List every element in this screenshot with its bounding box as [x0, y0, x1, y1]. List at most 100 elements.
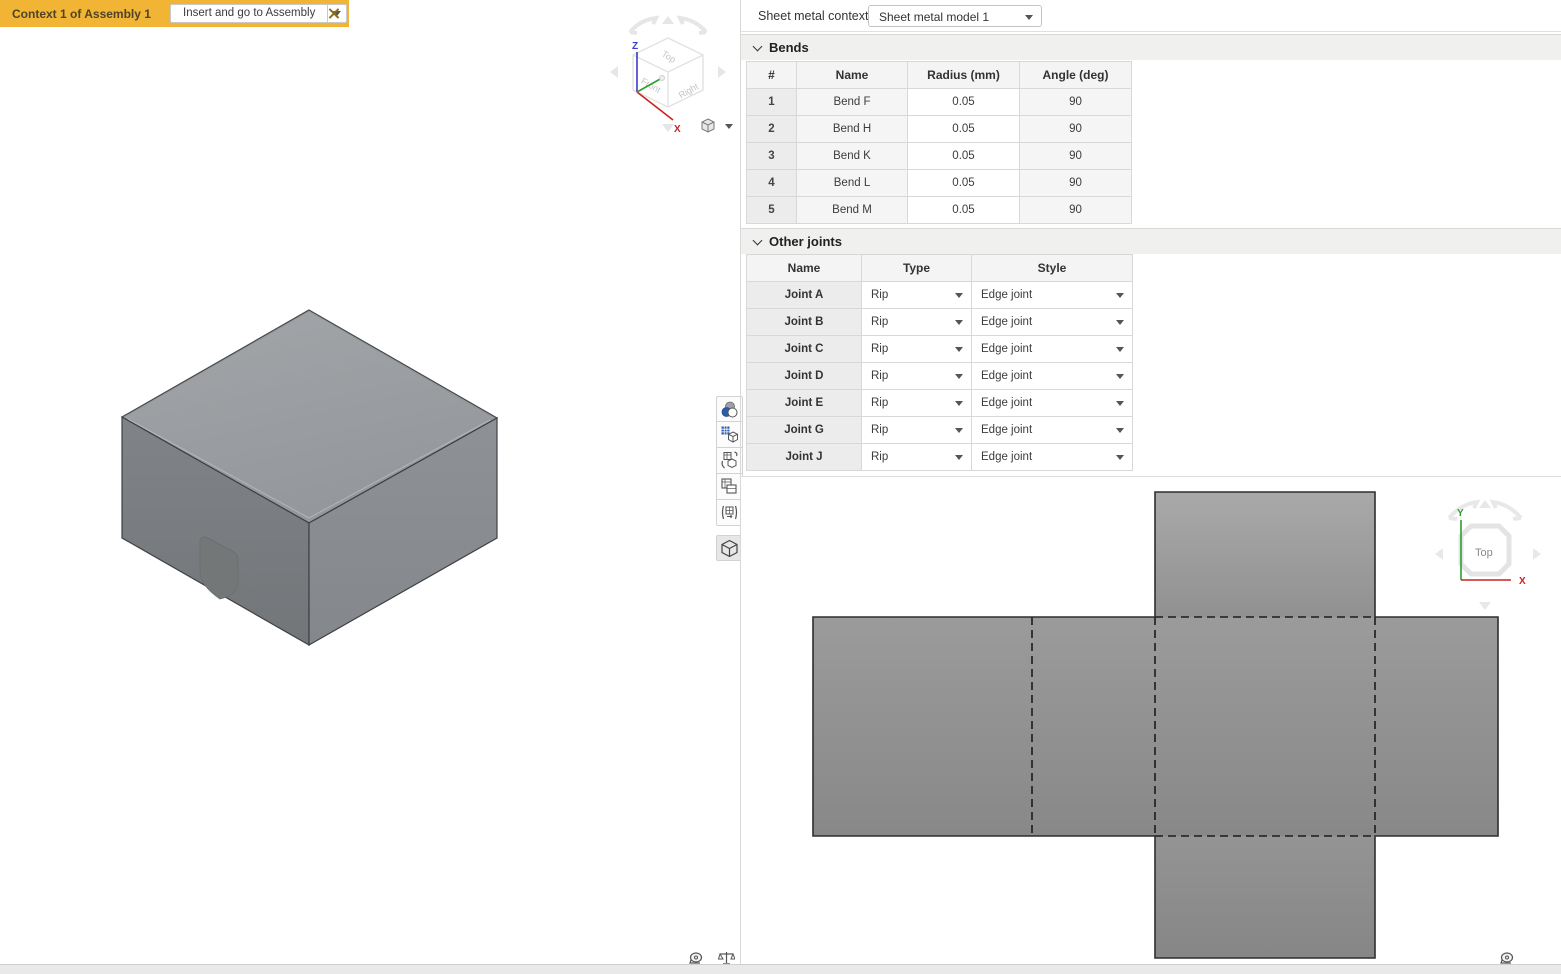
- joint-name: Joint C: [747, 336, 862, 363]
- flat-panel-bottom-flap[interactable]: [1155, 836, 1375, 958]
- grid-view-button[interactable]: [716, 422, 743, 448]
- joint-type-dropdown[interactable]: Rip: [862, 444, 972, 471]
- bend-name[interactable]: Bend L: [797, 170, 908, 197]
- close-context-icon[interactable]: [328, 7, 340, 19]
- joint-style-dropdown[interactable]: Edge joint: [972, 417, 1133, 444]
- caret-down-icon: [1116, 320, 1124, 325]
- bends-col-number: #: [747, 62, 797, 89]
- bend-number: 2: [747, 116, 797, 143]
- insert-and-go-button[interactable]: Insert and go to Assembly: [170, 4, 327, 23]
- table-row: Joint E Rip Edge joint: [747, 390, 1133, 417]
- joint-type-dropdown[interactable]: Rip: [862, 309, 972, 336]
- bend-radius-field[interactable]: 0.05: [908, 197, 1020, 224]
- caret-down-icon: [955, 347, 963, 352]
- caret-down-icon: [1116, 293, 1124, 298]
- view-options-button[interactable]: [699, 117, 739, 137]
- select-caret-icon: [1025, 15, 1033, 20]
- joints-col-type: Type: [862, 255, 972, 282]
- joint-name: Joint D: [747, 363, 862, 390]
- joint-style-value: Edge joint: [981, 424, 1032, 436]
- joint-style-dropdown[interactable]: Edge joint: [972, 336, 1133, 363]
- view-options-caret-icon: [725, 124, 733, 129]
- joint-type-value: Rip: [871, 397, 888, 409]
- bend-name[interactable]: Bend F: [797, 89, 908, 116]
- unfold-toggle-button[interactable]: [716, 500, 743, 526]
- bend-number: 3: [747, 143, 797, 170]
- flat-pattern-viewport[interactable]: Top Y X: [741, 477, 1561, 964]
- bend-name[interactable]: Bend K: [797, 143, 908, 170]
- joint-style-dropdown[interactable]: Edge joint: [972, 282, 1133, 309]
- view-cube-flat[interactable]: Top Y X: [1431, 492, 1561, 622]
- render-style-button[interactable]: [716, 396, 743, 422]
- joint-type-value: Rip: [871, 316, 888, 328]
- joint-name: Joint A: [747, 282, 862, 309]
- caret-down-icon: [1116, 374, 1124, 379]
- joint-style-dropdown[interactable]: Edge joint: [972, 444, 1133, 471]
- sheet-metal-model-select[interactable]: Sheet metal model 1: [868, 5, 1042, 27]
- joint-type-dropdown[interactable]: Rip: [862, 390, 972, 417]
- grid-cube-icon: [720, 425, 739, 444]
- isometric-view-button[interactable]: [716, 535, 743, 561]
- joint-type-dropdown[interactable]: Rip: [862, 363, 972, 390]
- joint-style-value: Edge joint: [981, 451, 1032, 463]
- joint-name: Joint B: [747, 309, 862, 336]
- joint-type-value: Rip: [871, 370, 888, 382]
- joint-type-dropdown[interactable]: Rip: [862, 336, 972, 363]
- cube-icon: [699, 117, 717, 135]
- table-row: Joint C Rip Edge joint: [747, 336, 1133, 363]
- caret-down-icon: [1116, 401, 1124, 406]
- bend-angle-field[interactable]: 90: [1020, 143, 1132, 170]
- other-joints-section-header[interactable]: Other joints: [741, 228, 1561, 254]
- bend-radius-field[interactable]: 0.05: [908, 143, 1020, 170]
- rotate-model-button[interactable]: [716, 448, 743, 474]
- caret-down-icon: [955, 428, 963, 433]
- joint-name: Joint J: [747, 444, 862, 471]
- joint-style-value: Edge joint: [981, 370, 1032, 382]
- caret-down-icon: [955, 293, 963, 298]
- bend-number: 5: [747, 197, 797, 224]
- joint-style-dropdown[interactable]: Edge joint: [972, 309, 1133, 336]
- sheet-metal-3d-model[interactable]: [80, 280, 540, 680]
- overlapping-sheets-icon: [720, 477, 739, 496]
- flat-panel-top-flap[interactable]: [1155, 492, 1375, 617]
- joint-type-value: Rip: [871, 424, 888, 436]
- flat-pattern-sheets-button[interactable]: [716, 474, 743, 500]
- bend-radius-field[interactable]: 0.05: [908, 89, 1020, 116]
- axis-x-label: X: [1519, 576, 1526, 587]
- table-row: 2 Bend H 0.05 90: [747, 116, 1132, 143]
- bend-angle-field[interactable]: 90: [1020, 89, 1132, 116]
- table-row: Joint G Rip Edge joint: [747, 417, 1133, 444]
- viewport-toolbar: [716, 396, 743, 561]
- bends-col-angle: Angle (deg): [1020, 62, 1132, 89]
- view-cube-face-label[interactable]: Top: [1475, 547, 1493, 559]
- joint-type-dropdown[interactable]: Rip: [862, 282, 972, 309]
- bend-angle-field[interactable]: 90: [1020, 197, 1132, 224]
- joints-col-name: Name: [747, 255, 862, 282]
- 3d-viewport[interactable]: Top Front Right Z X: [0, 0, 740, 964]
- bends-col-name: Name: [797, 62, 908, 89]
- bends-section-title: Bends: [769, 40, 809, 55]
- bend-radius-field[interactable]: 0.05: [908, 116, 1020, 143]
- joint-style-value: Edge joint: [981, 316, 1032, 328]
- joint-type-dropdown[interactable]: Rip: [862, 417, 972, 444]
- rotate-cube-icon: [720, 451, 739, 470]
- view-cube-face-top[interactable]: Top: [660, 49, 678, 65]
- bend-name[interactable]: Bend H: [797, 116, 908, 143]
- caret-down-icon: [1116, 455, 1124, 460]
- axis-z-label: Z: [632, 41, 638, 52]
- joint-style-dropdown[interactable]: Edge joint: [972, 363, 1133, 390]
- bends-section-header[interactable]: Bends: [741, 34, 1561, 60]
- bend-angle-field[interactable]: 90: [1020, 170, 1132, 197]
- joint-style-value: Edge joint: [981, 343, 1032, 355]
- bend-name[interactable]: Bend M: [797, 197, 908, 224]
- joint-type-value: Rip: [871, 289, 888, 301]
- bend-number: 1: [747, 89, 797, 116]
- joint-style-dropdown[interactable]: Edge joint: [972, 390, 1133, 417]
- axis-y-label: Y: [1457, 508, 1464, 519]
- table-row: Joint A Rip Edge joint: [747, 282, 1133, 309]
- table-row: 4 Bend L 0.05 90: [747, 170, 1132, 197]
- caret-down-icon: [1116, 428, 1124, 433]
- bend-angle-field[interactable]: 90: [1020, 116, 1132, 143]
- bend-radius-field[interactable]: 0.05: [908, 170, 1020, 197]
- bends-header-row: # Name Radius (mm) Angle (deg): [747, 62, 1132, 89]
